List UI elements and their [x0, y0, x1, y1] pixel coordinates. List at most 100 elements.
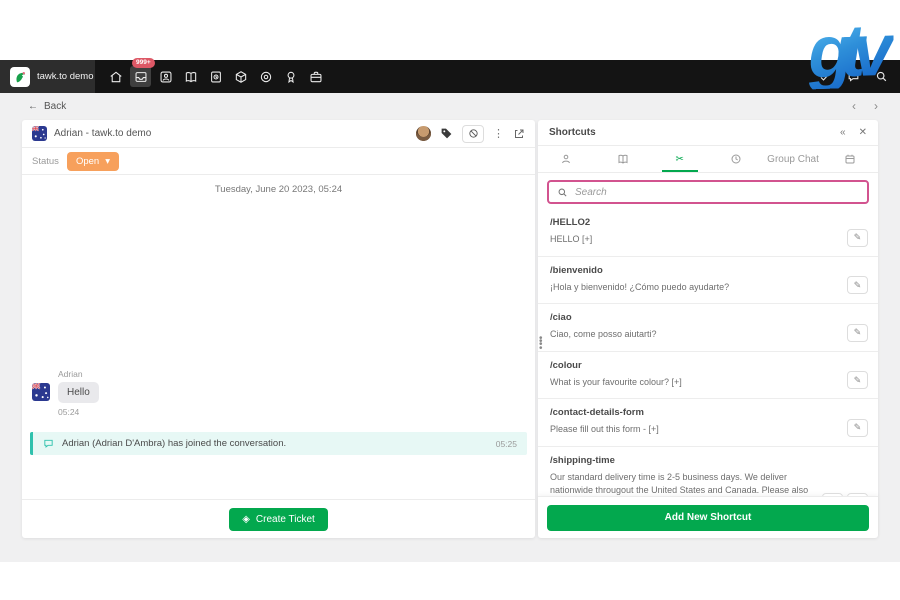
pencil-icon: ✎ — [854, 327, 862, 338]
caret-down-icon: ▾ — [105, 156, 110, 167]
ban-visitor-button[interactable] — [462, 125, 484, 143]
inbox-count-badge: 999+ — [132, 58, 155, 68]
system-message-text: Adrian (Adrian D'Ambra) has joined the c… — [62, 438, 488, 449]
shortcut-item[interactable]: /HELLO2 HELLO [+] ✎ — [538, 209, 878, 257]
collapse-panel-icon[interactable]: « — [840, 127, 846, 138]
sidebar-tabs: ✂ Group Chat — [538, 146, 878, 173]
join-chat-icon — [43, 438, 54, 449]
shortcuts-title: Shortcuts — [549, 127, 840, 138]
conversation-pager: ‹ › — [852, 99, 878, 113]
admin-briefcase-icon[interactable] — [305, 66, 326, 87]
shortcut-name: /contact-details-form — [550, 407, 866, 418]
edit-shortcut-button[interactable]: ✎ — [847, 276, 868, 294]
search-icon — [557, 187, 568, 198]
gtv-watermark-logo: gtv — [807, 13, 896, 90]
tab-history[interactable] — [708, 146, 765, 172]
tab-apps[interactable] — [821, 146, 878, 172]
shortcut-desc: Please fill out this form - [+] — [550, 423, 866, 437]
shortcut-name: /bienvenido — [550, 265, 866, 276]
shortcuts-header: Shortcuts « ✕ — [538, 120, 878, 146]
achievements-icon[interactable] — [280, 66, 301, 87]
shortcut-name: /colour — [550, 360, 866, 371]
system-message-time: 05:25 — [496, 439, 517, 449]
pages-icon[interactable] — [205, 66, 226, 87]
main-nav: 999+ — [105, 66, 326, 87]
app-screen: gtv tawk.to demo 999+ — [0, 0, 900, 600]
message-sender: Adrian — [58, 369, 99, 379]
popout-icon[interactable] — [513, 128, 525, 140]
shortcut-desc: HELLO [+] — [550, 233, 866, 247]
brand-name: tawk.to demo — [37, 71, 94, 82]
shortcut-desc: What is your favourite colour? [+] — [550, 376, 866, 390]
workspace: ← Back ‹ › Adrian - tawk.to demo — [0, 93, 900, 562]
shortcut-item[interactable]: /bienvenido ¡Hola y bienvenido! ¿Cómo pu… — [538, 257, 878, 305]
more-options-icon[interactable]: ⋮ — [493, 127, 504, 140]
edit-shortcut-button[interactable]: ✎ — [847, 493, 868, 496]
tab-shortcuts[interactable]: ✂ — [651, 146, 708, 172]
status-dropdown[interactable]: Open ▾ — [67, 152, 119, 171]
message-time: 05:24 — [58, 407, 99, 417]
shortcut-list: •••• /HELLO2 HELLO [+] ✎ /bienvenido ¡Ho… — [538, 209, 878, 496]
add-new-shortcut-label: Add New Shortcut — [665, 512, 752, 523]
status-row: Status Open ▾ — [22, 148, 535, 175]
visitor-flag-australia — [32, 383, 50, 401]
back-link[interactable]: ← Back — [28, 101, 66, 112]
shortcuts-panel: Shortcuts « ✕ ✂ — [538, 120, 878, 538]
shortcuts-footer: Add New Shortcut — [538, 496, 878, 538]
expand-shortcut-button[interactable] — [822, 493, 843, 496]
brand-box[interactable]: tawk.to demo — [0, 60, 95, 93]
ticket-diamond-icon: ◈ — [242, 514, 250, 525]
status-value: Open — [76, 156, 99, 167]
shortcut-search-box[interactable] — [547, 180, 869, 204]
add-new-shortcut-button[interactable]: Add New Shortcut — [547, 505, 869, 531]
message-bubble: Hello — [58, 382, 99, 403]
shortcut-desc: Our standard delivery time is 2-5 busine… — [550, 471, 866, 497]
shortcut-item[interactable]: /shipping-time Our standard delivery tim… — [538, 447, 878, 497]
tag-icon[interactable] — [440, 127, 453, 140]
create-ticket-label: Create Ticket — [256, 514, 315, 525]
chat-header-actions: ⋮ — [416, 125, 525, 143]
inbox-icon[interactable]: 999+ — [130, 66, 151, 87]
shortcut-name: /ciao — [550, 312, 866, 323]
shortcut-item[interactable]: /colour What is your favourite colour? [… — [538, 352, 878, 400]
home-icon[interactable] — [105, 66, 126, 87]
search-wrap — [538, 173, 878, 209]
tab-group-chat[interactable]: Group Chat — [765, 146, 822, 172]
agent-avatar[interactable] — [416, 126, 431, 141]
shortcut-search-input[interactable] — [575, 187, 859, 198]
edit-shortcut-button[interactable]: ✎ — [847, 229, 868, 247]
next-conversation-icon[interactable]: › — [874, 99, 878, 113]
shortcut-desc: Ciao, come posso aiutarti? — [550, 328, 866, 342]
tab-visitor-details[interactable] — [538, 146, 595, 172]
monitoring-icon[interactable] — [255, 66, 276, 87]
prev-conversation-icon[interactable]: ‹ — [852, 99, 856, 113]
edit-shortcut-button[interactable]: ✎ — [847, 419, 868, 437]
chat-panel: Adrian - tawk.to demo ⋮ Status — [22, 120, 535, 538]
edit-shortcut-button[interactable]: ✎ — [847, 371, 868, 389]
back-arrow-icon: ← — [28, 101, 38, 112]
top-nav-bar: tawk.to demo 999+ — [0, 60, 900, 93]
pencil-icon: ✎ — [854, 375, 862, 386]
visitor-flag-australia — [32, 126, 47, 141]
close-panel-icon[interactable]: ✕ — [859, 127, 867, 138]
message-area: Tuesday, June 20 2023, 05:24 Adrian Hell… — [22, 175, 535, 499]
group-chat-label: Group Chat — [767, 154, 819, 165]
create-ticket-button[interactable]: ◈ Create Ticket — [229, 508, 328, 531]
tab-knowledge-base[interactable] — [595, 146, 652, 172]
contacts-icon[interactable] — [155, 66, 176, 87]
scissors-icon: ✂ — [675, 154, 683, 165]
conversation-date: Tuesday, June 20 2023, 05:24 — [22, 184, 535, 195]
pencil-icon: ✎ — [854, 422, 862, 433]
edit-shortcut-button[interactable]: ✎ — [847, 324, 868, 342]
pencil-icon: ✎ — [854, 280, 862, 291]
shortcut-item[interactable]: /ciao Ciao, come posso aiutarti? ✎ — [538, 304, 878, 352]
shortcut-item[interactable]: /contact-details-form Please fill out th… — [538, 399, 878, 447]
back-label: Back — [44, 101, 66, 112]
chat-title: Adrian - tawk.to demo — [54, 128, 409, 139]
apps-cube-icon[interactable] — [230, 66, 251, 87]
knowledge-base-icon[interactable] — [180, 66, 201, 87]
status-label: Status — [32, 156, 59, 167]
chat-footer: ◈ Create Ticket — [22, 499, 535, 538]
shortcut-desc: ¡Hola y bienvenido! ¿Cómo puedo ayudarte… — [550, 281, 866, 295]
shortcut-name: /shipping-time — [550, 455, 866, 466]
